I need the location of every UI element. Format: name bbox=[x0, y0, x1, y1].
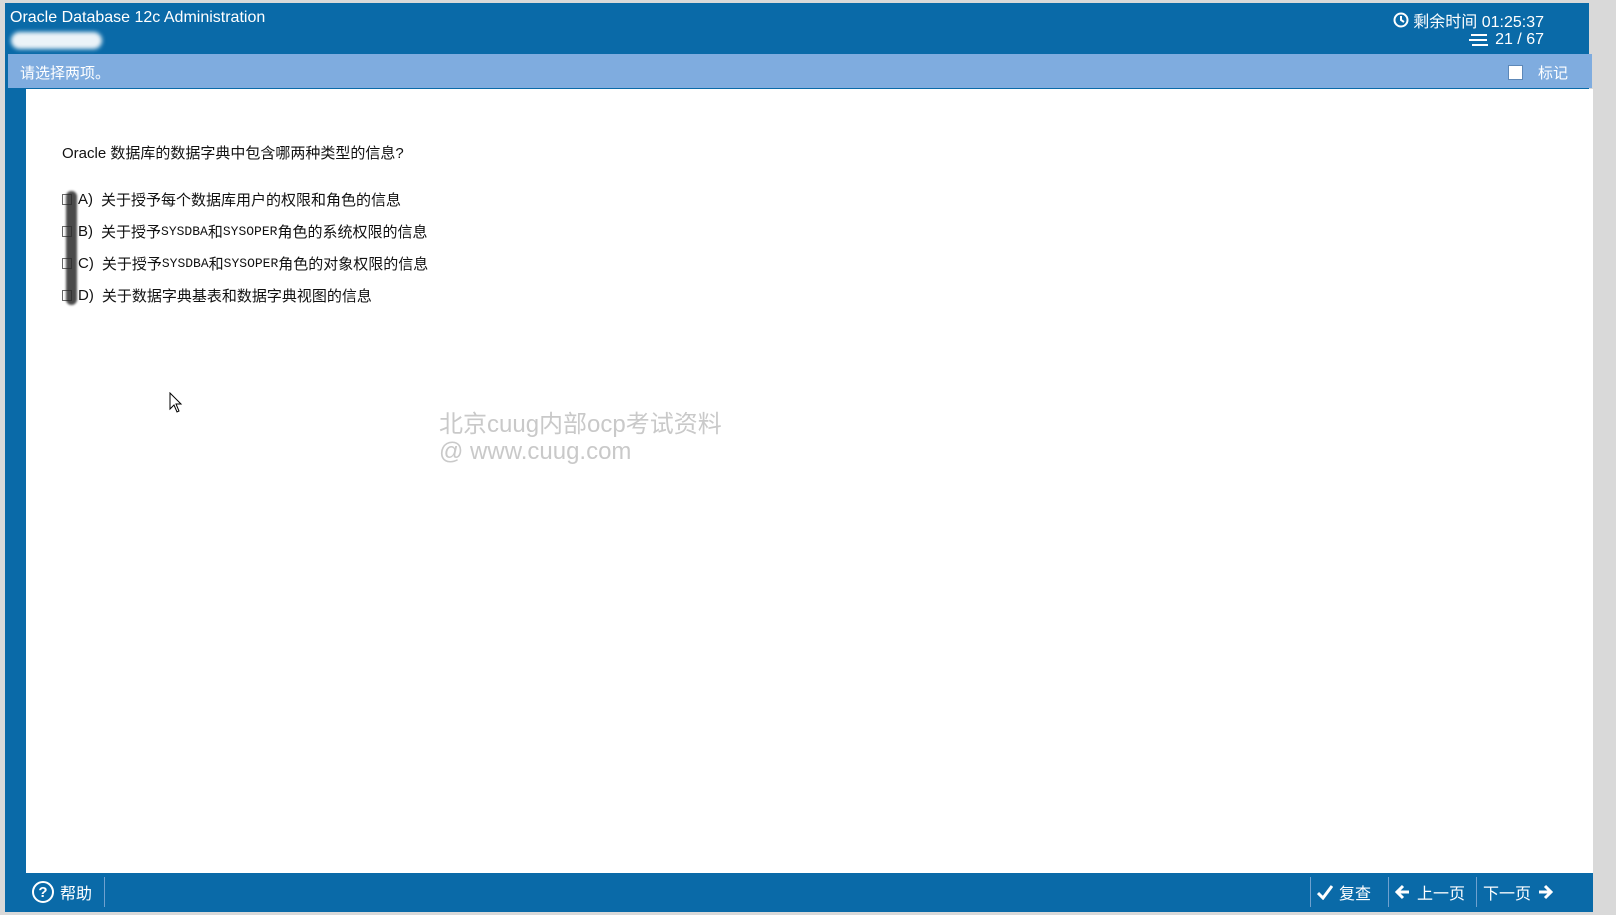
redacted-candidate-name bbox=[11, 32, 102, 49]
watermark: 北京cuug内部ocp考试资料 @ www.cuug.com bbox=[439, 411, 722, 465]
option-text: 关于授予 bbox=[101, 223, 162, 241]
app-title: Oracle Database 12c Administration bbox=[10, 9, 266, 26]
title-bar: Oracle Database 12c Administration 剩余时间 … bbox=[5, 3, 1589, 55]
arrow-left-icon bbox=[1395, 884, 1409, 900]
arrow-right-icon bbox=[1539, 884, 1554, 900]
option-letter: A) bbox=[78, 190, 93, 208]
list-icon bbox=[1469, 34, 1489, 46]
timer-text: 剩余时间 01:25:37 bbox=[1413, 14, 1544, 31]
option-a[interactable]: A) 关于授予每个数据库用户的权限和角色的信息 bbox=[62, 188, 401, 210]
option-letter: C) bbox=[78, 254, 94, 272]
option-text: 关于授予每个数据库用户的权限和角色的信息 bbox=[101, 191, 402, 209]
mark-label[interactable]: 标记 bbox=[1538, 62, 1568, 83]
option-text: 和 bbox=[207, 223, 223, 241]
option-c[interactable]: C) 关于授予 SYSDBA 和 SYSOPER 角色的对象权限的信息 bbox=[62, 252, 428, 274]
watermark-line-1: 北京cuug内部ocp考试资料 bbox=[439, 411, 722, 438]
mouse-cursor-icon bbox=[169, 392, 183, 413]
option-b[interactable]: B) 关于授予 SYSDBA 和 SYSOPER 角色的系统权限的信息 bbox=[62, 220, 427, 242]
option-text: 关于数据字典基表和数据字典视图的信息 bbox=[101, 287, 372, 305]
option-code: SYSDBA bbox=[161, 223, 208, 239]
help-icon: ? bbox=[32, 881, 54, 903]
footer-bar: ? 帮助 复查 上一页 下一页 bbox=[26, 873, 1593, 912]
help-button[interactable]: ? 帮助 bbox=[26, 877, 105, 907]
option-d[interactable]: D) 关于数据字典基表和数据字典视图的信息 bbox=[62, 284, 372, 306]
option-text: 关于授予 bbox=[101, 255, 162, 273]
question-text: Oracle 数据库的数据字典中包含哪两种类型的信息? bbox=[62, 145, 404, 162]
option-code: SYSDBA bbox=[161, 255, 209, 271]
clock-icon bbox=[1393, 12, 1409, 28]
option-letter: B) bbox=[78, 222, 93, 240]
review-button[interactable]: 复查 bbox=[1310, 877, 1388, 907]
option-text: 角色的系统权限的信息 bbox=[277, 223, 428, 241]
previous-page-label: 上一页 bbox=[1417, 886, 1466, 903]
option-code: SYSOPER bbox=[223, 255, 279, 271]
question-progress: 21 / 67 bbox=[1469, 31, 1544, 49]
redaction-mark bbox=[66, 191, 77, 305]
time-remaining: 剩余时间 01:25:37 bbox=[1393, 8, 1544, 32]
checkmark-icon bbox=[1317, 885, 1333, 900]
next-page-button[interactable]: 下一页 bbox=[1476, 877, 1569, 907]
option-text: 角色的对象权限的信息 bbox=[278, 255, 429, 273]
next-page-label: 下一页 bbox=[1483, 886, 1532, 903]
exam-window: Oracle Database 12c Administration 剩余时间 … bbox=[5, 3, 1593, 912]
option-text: 和 bbox=[208, 255, 224, 273]
watermark-line-2: @ www.cuug.com bbox=[439, 438, 632, 465]
instruction-text: 请选择两项。 bbox=[20, 65, 111, 82]
option-letter: D) bbox=[78, 286, 94, 304]
progress-text: 21 / 67 bbox=[1495, 31, 1544, 48]
question-panel: Oracle 数据库的数据字典中包含哪两种类型的信息? A) 关于授予每个数据库… bbox=[26, 89, 1593, 873]
help-label: 帮助 bbox=[60, 886, 93, 903]
previous-page-button[interactable]: 上一页 bbox=[1388, 877, 1476, 907]
option-code: SYSOPER bbox=[222, 223, 278, 239]
mark-checkbox[interactable] bbox=[1508, 65, 1523, 80]
review-label: 复查 bbox=[1339, 886, 1372, 903]
instruction-bar: 请选择两项。 标记 bbox=[8, 54, 1592, 88]
